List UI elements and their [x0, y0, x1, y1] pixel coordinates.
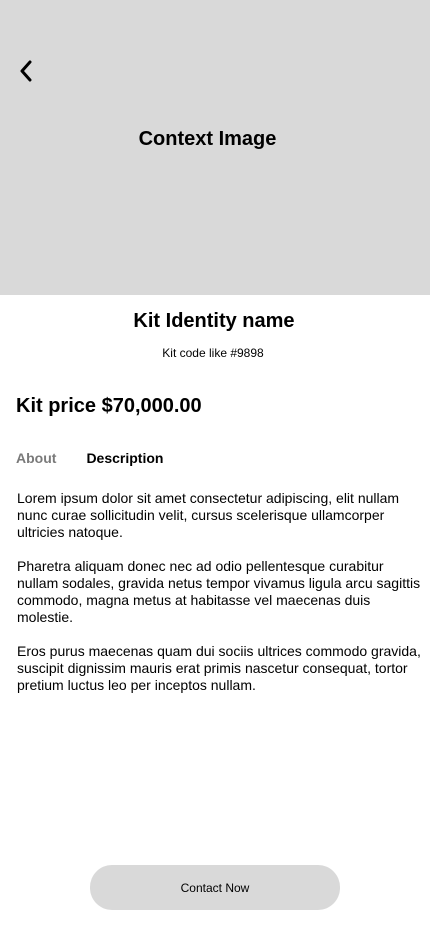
description-text: Lorem ipsum dolor sit amet consectetur a… [17, 490, 421, 711]
kit-name: Kit Identity name [133, 310, 295, 332]
chevron-left-icon [19, 60, 33, 82]
description-paragraph: Eros purus maecenas quam dui sociis ultr… [17, 643, 421, 693]
context-image: Context Image [0, 0, 430, 295]
contact-now-button[interactable]: Contact Now [90, 865, 340, 910]
description-paragraph: Lorem ipsum dolor sit amet consectetur a… [17, 490, 400, 540]
kit-price: Kit price $70,000.00 [16, 395, 202, 417]
tab-about[interactable]: About [16, 450, 56, 466]
description-paragraph: Pharetra aliquam donec nec ad odio pelle… [17, 558, 421, 625]
tab-bar: About Description [16, 450, 163, 466]
kit-detail-screen: Context Image Kit Identity name Kit code… [0, 0, 430, 932]
tab-description[interactable]: Description [86, 450, 163, 466]
kit-code: Kit code like #9898 [162, 346, 264, 360]
context-image-label: Context Image [138, 128, 277, 150]
back-button[interactable] [12, 56, 40, 86]
